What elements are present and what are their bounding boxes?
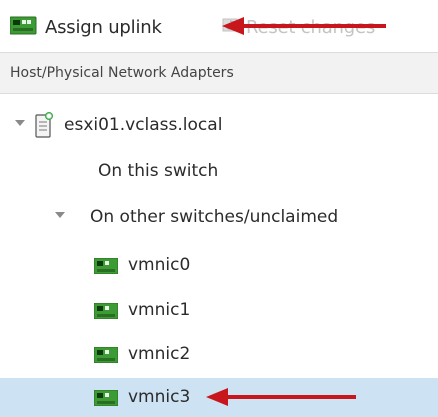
- host-server-icon: [34, 112, 54, 142]
- toolbar: Assign uplink Reset changes: [0, 0, 438, 52]
- network-adapter-icon: [93, 257, 119, 275]
- annotation-arrow-toolbar: [222, 17, 386, 35]
- column-header-label: Host/Physical Network Adapters: [10, 65, 234, 81]
- tree-row-host[interactable]: esxi01.vclass.local: [0, 104, 438, 147]
- tree-row-vmnic2[interactable]: vmnic2: [0, 333, 438, 376]
- column-header[interactable]: Host/Physical Network Adapters: [0, 52, 438, 94]
- assign-uplink-button[interactable]: Assign uplink: [9, 14, 162, 40]
- chevron-down-icon[interactable]: [15, 120, 25, 126]
- network-adapter-assign-icon: [9, 15, 38, 39]
- tree-row-on-this-switch[interactable]: On this switch: [0, 150, 438, 193]
- adapter-label: vmnic1: [128, 300, 191, 320]
- host-label: esxi01.vclass.local: [64, 115, 223, 135]
- network-adapter-icon: [93, 346, 119, 364]
- assign-uplink-label: Assign uplink: [45, 16, 162, 38]
- annotation-arrow-vmnic3: [206, 388, 356, 406]
- adapter-label: vmnic0: [128, 255, 191, 275]
- group-label: On other switches/unclaimed: [90, 207, 339, 227]
- adapter-label: vmnic3: [128, 387, 191, 407]
- tree-row-vmnic0[interactable]: vmnic0: [0, 244, 438, 287]
- network-adapter-icon: [93, 302, 119, 320]
- tree-row-other-switches[interactable]: On other switches/unclaimed: [0, 196, 438, 239]
- tree-row-vmnic3[interactable]: vmnic3: [0, 378, 438, 417]
- group-label: On this switch: [98, 161, 219, 181]
- adapter-label: vmnic2: [128, 344, 191, 364]
- chevron-down-icon[interactable]: [55, 212, 65, 218]
- tree-row-vmnic1[interactable]: vmnic1: [0, 289, 438, 332]
- network-adapter-icon: [93, 389, 119, 407]
